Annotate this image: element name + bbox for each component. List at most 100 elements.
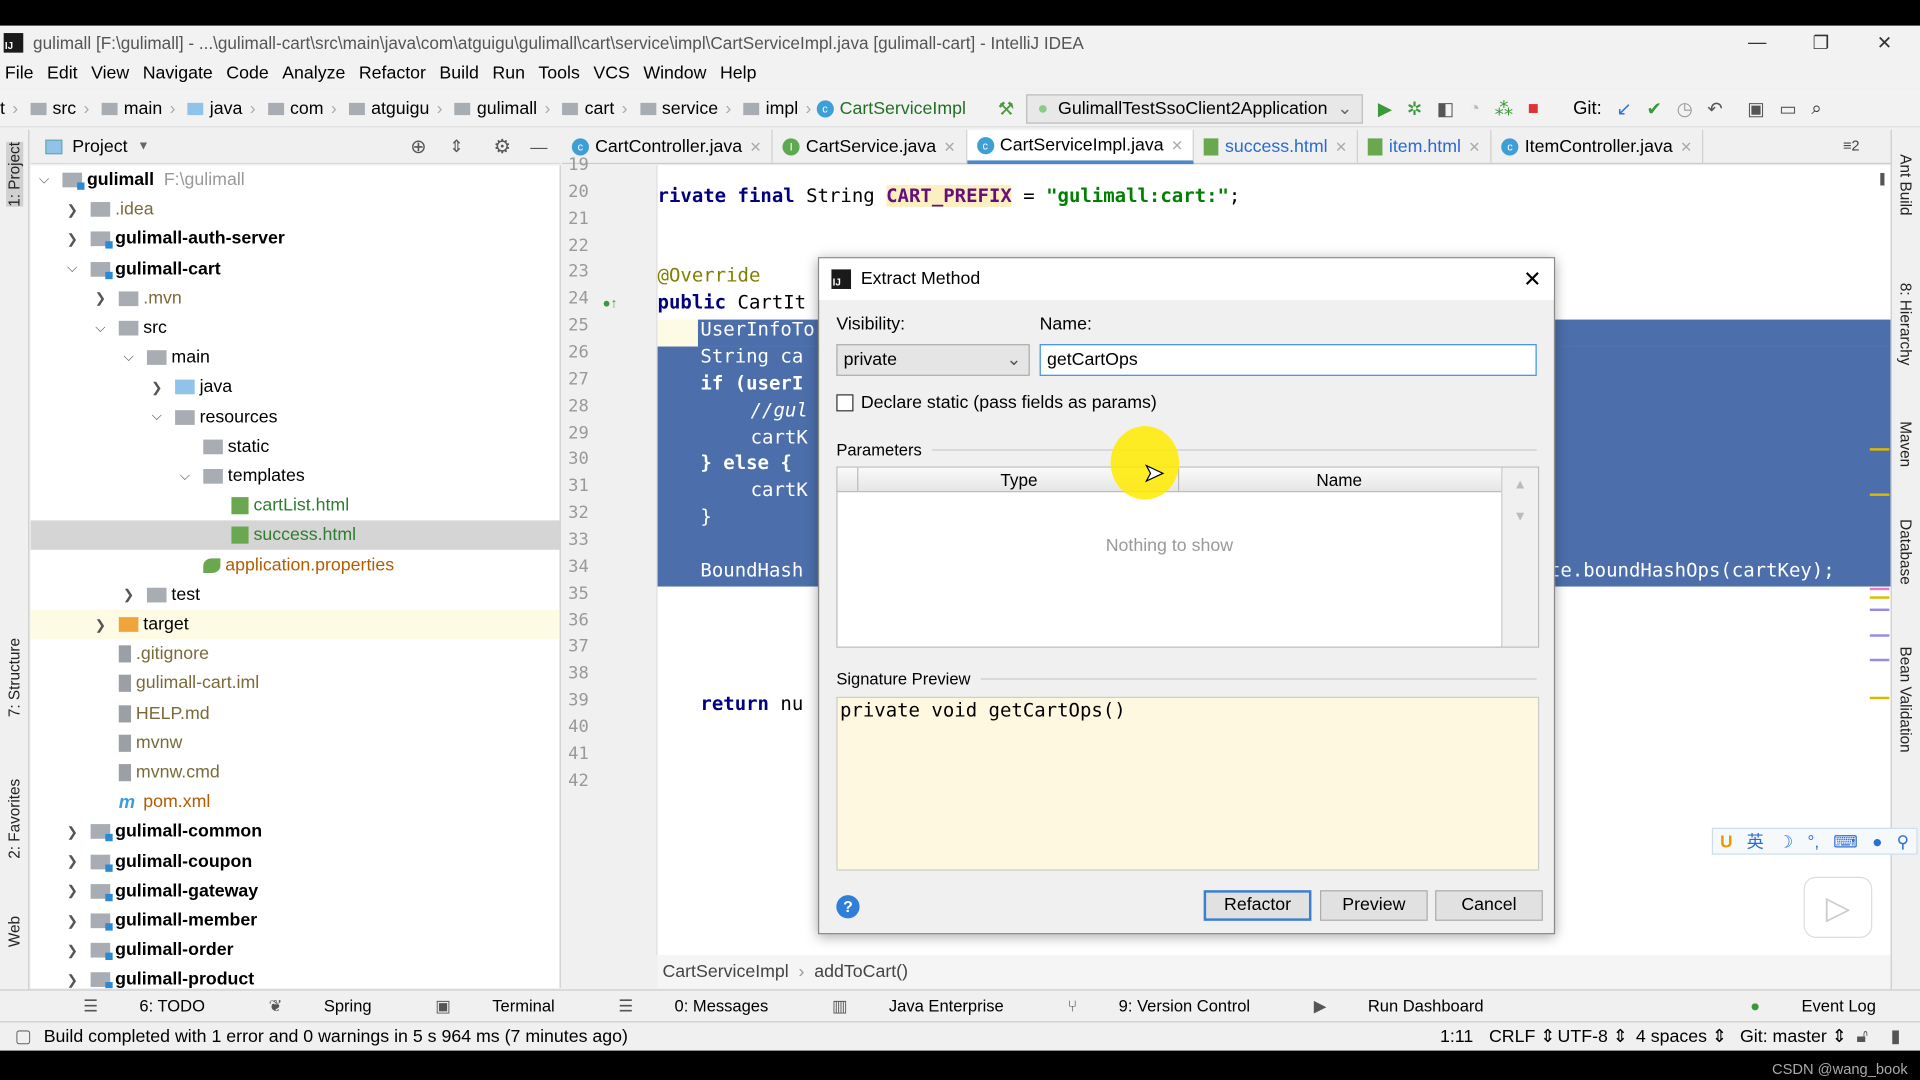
run-configuration-select[interactable]: ● GulimallTestSsoClient2Application ⌄ xyxy=(1026,93,1364,124)
tree-item[interactable]: ⌵ main xyxy=(31,343,560,372)
error-stripe-marker[interactable] xyxy=(1869,634,1890,637)
tree-item[interactable]: mvnw xyxy=(31,728,560,757)
chevron-down-icon[interactable]: ⌵ xyxy=(92,320,109,336)
tool-window-terminal[interactable]: ▣ Terminal xyxy=(399,996,554,1016)
breadcrumb-item[interactable]: com › xyxy=(261,99,337,118)
tree-item[interactable]: m pom.xml xyxy=(31,788,560,817)
coverage-icon[interactable]: ◧ xyxy=(1437,97,1454,120)
menu-vcs[interactable]: VCS xyxy=(593,64,630,84)
move-up-icon[interactable]: ▲ xyxy=(1502,478,1538,493)
parameters-table[interactable]: Type Name Nothing to show ▲ ▼ xyxy=(836,466,1540,648)
layout-icon[interactable]: ▭ xyxy=(1779,97,1796,120)
tree-item[interactable]: application.properties xyxy=(31,551,560,580)
tree-item[interactable]: ❯ java xyxy=(31,373,560,402)
move-down-icon[interactable]: ▼ xyxy=(1502,509,1538,524)
tree-item[interactable]: ❯ gulimall-order xyxy=(31,936,560,965)
tabs-overflow-button[interactable]: ≡2 xyxy=(1843,137,1860,154)
chevron-right-icon[interactable]: ❯ xyxy=(64,972,81,988)
menu-tools[interactable]: Tools xyxy=(538,64,579,84)
lock-icon[interactable]: 🔓︎ xyxy=(1856,1027,1868,1047)
breadcrumb-item[interactable]: impl › xyxy=(736,99,811,118)
menu-analyze[interactable]: Analyze xyxy=(282,64,345,84)
tool-bean-validation[interactable]: Bean Validation xyxy=(1897,647,1914,753)
chevron-right-icon[interactable]: ❯ xyxy=(64,913,81,929)
encoding[interactable]: UTF-8 ⇕ xyxy=(1558,1027,1628,1047)
breadcrumb-method-item[interactable]: addToCart() xyxy=(814,962,908,982)
video-play-icon[interactable]: ▷ xyxy=(1803,876,1873,938)
tool-window-spring[interactable]: ❦ Spring xyxy=(232,996,372,1016)
menu-navigate[interactable]: Navigate xyxy=(143,64,213,84)
tool-maven[interactable]: Maven xyxy=(1897,421,1914,467)
git-update-icon[interactable]: ↙ xyxy=(1616,97,1631,120)
tool-ant-build[interactable]: Ant Build xyxy=(1897,154,1914,215)
breadcrumb-item[interactable]: service › xyxy=(632,99,731,118)
declare-static-label[interactable]: Declare static (pass fields as params) xyxy=(861,393,1157,413)
tree-item[interactable]: ❯ gulimall-coupon xyxy=(31,847,560,876)
locate-icon[interactable]: ⊕ xyxy=(410,134,426,158)
refactor-button[interactable]: Refactor xyxy=(1203,890,1312,921)
gear-icon[interactable]: ⚙ xyxy=(493,134,511,158)
debug-icon[interactable]: ✲ xyxy=(1407,97,1422,120)
error-stripe-marker[interactable] xyxy=(1869,493,1890,496)
tool-window-0-messages[interactable]: ☰ 0: Messages xyxy=(582,996,768,1016)
tool-window-java-enterprise[interactable]: ▥ Java Enterprise xyxy=(795,996,1004,1016)
git-history-icon[interactable]: ◷ xyxy=(1677,97,1693,120)
ime-wrench-icon[interactable]: ⚲ xyxy=(1897,831,1910,852)
project-view-select[interactable]: Project xyxy=(72,137,127,157)
chevron-right-icon[interactable]: ❯ xyxy=(148,379,165,396)
tool-project[interactable]: 1: Project xyxy=(6,142,24,207)
chevron-right-icon[interactable]: ❯ xyxy=(64,202,81,218)
tree-item[interactable]: ❯ .mvn xyxy=(31,284,560,313)
ime-moon-icon[interactable]: ☽ xyxy=(1778,831,1793,852)
menu-run[interactable]: Run xyxy=(492,64,525,84)
ime-punctuation-icon[interactable]: °, xyxy=(1807,831,1819,851)
breadcrumb-item[interactable]: java › xyxy=(180,99,256,118)
error-stripe-marker[interactable] xyxy=(1869,596,1890,599)
preview-button[interactable]: Preview xyxy=(1320,890,1428,921)
ime-user-icon[interactable]: ● xyxy=(1872,831,1882,851)
event-log-button[interactable]: ● Event Log xyxy=(1713,997,1876,1015)
error-stripe-marker[interactable] xyxy=(1869,696,1890,700)
chevron-right-icon[interactable]: ❯ xyxy=(64,231,81,248)
chevron-down-icon[interactable]: ⌵ xyxy=(120,350,137,366)
chevron-down-icon[interactable]: ⌵ xyxy=(36,172,53,188)
method-name-input[interactable] xyxy=(1039,344,1537,376)
tab-success-html[interactable]: success.html ✕ xyxy=(1194,129,1359,165)
chevron-right-icon[interactable]: ❯ xyxy=(92,617,109,633)
search-icon[interactable]: ⌕ xyxy=(1811,98,1821,119)
tool-window-9-version-control[interactable]: ⑂ 9: Version Control xyxy=(1031,997,1250,1015)
restore-button[interactable]: ❐ xyxy=(1790,26,1851,59)
run-icon[interactable]: ▶ xyxy=(1378,97,1392,120)
breadcrumb-item[interactable]: src › xyxy=(23,99,89,118)
project-structure-icon[interactable]: ▣ xyxy=(1747,97,1764,120)
tool-structure[interactable]: 7: Structure xyxy=(6,638,23,717)
tab-itemcontroller-java[interactable]: c ItemController.java ✕ xyxy=(1492,129,1704,165)
declare-static-checkbox[interactable] xyxy=(836,394,854,412)
tree-item[interactable]: ⌵ resources xyxy=(31,402,560,431)
tree-item[interactable]: static xyxy=(31,432,560,461)
git-commit-icon[interactable]: ✔ xyxy=(1646,97,1661,120)
error-stripe-marker[interactable] xyxy=(1869,448,1890,451)
chevron-right-icon[interactable]: ❯ xyxy=(64,854,81,870)
close-tab-icon[interactable]: ✕ xyxy=(749,138,761,155)
chevron-down-icon[interactable]: ⌵ xyxy=(148,409,165,425)
tab-cartcontroller-java[interactable]: c CartController.java ✕ xyxy=(562,129,773,165)
menu-file[interactable]: File xyxy=(5,64,34,84)
tree-item[interactable]: ❯ gulimall-gateway xyxy=(31,876,560,905)
breadcrumb-item[interactable]: atguigu › xyxy=(342,99,443,118)
tab-cartservice-java[interactable]: I CartService.java ✕ xyxy=(773,129,967,165)
tree-item[interactable]: ⌵ gulimall-cart xyxy=(31,254,560,283)
tree-item[interactable]: ❯ gulimall-common xyxy=(31,817,560,846)
chevron-right-icon[interactable]: ❯ xyxy=(64,942,81,959)
ime-keyboard-icon[interactable]: ⌨ xyxy=(1833,831,1858,852)
menu-help[interactable]: Help xyxy=(720,64,757,84)
line-separator[interactable]: CRLF ⇕ xyxy=(1489,1027,1555,1047)
build-hammer-icon[interactable]: ⚒ xyxy=(998,97,1014,120)
chevron-down-icon[interactable]: ⌵ xyxy=(64,261,81,277)
tree-item[interactable]: ⌵ templates xyxy=(31,462,560,491)
tab-cartserviceimpl-java[interactable]: c CartServiceImpl.java ✕ xyxy=(966,129,1195,165)
tool-favorites[interactable]: 2: Favorites xyxy=(6,779,23,859)
tree-item[interactable]: ❯ gulimall-member xyxy=(31,906,560,935)
indent[interactable]: 4 spaces ⇕ xyxy=(1636,1027,1727,1047)
caret-position[interactable]: 1:11 xyxy=(1440,1027,1473,1047)
